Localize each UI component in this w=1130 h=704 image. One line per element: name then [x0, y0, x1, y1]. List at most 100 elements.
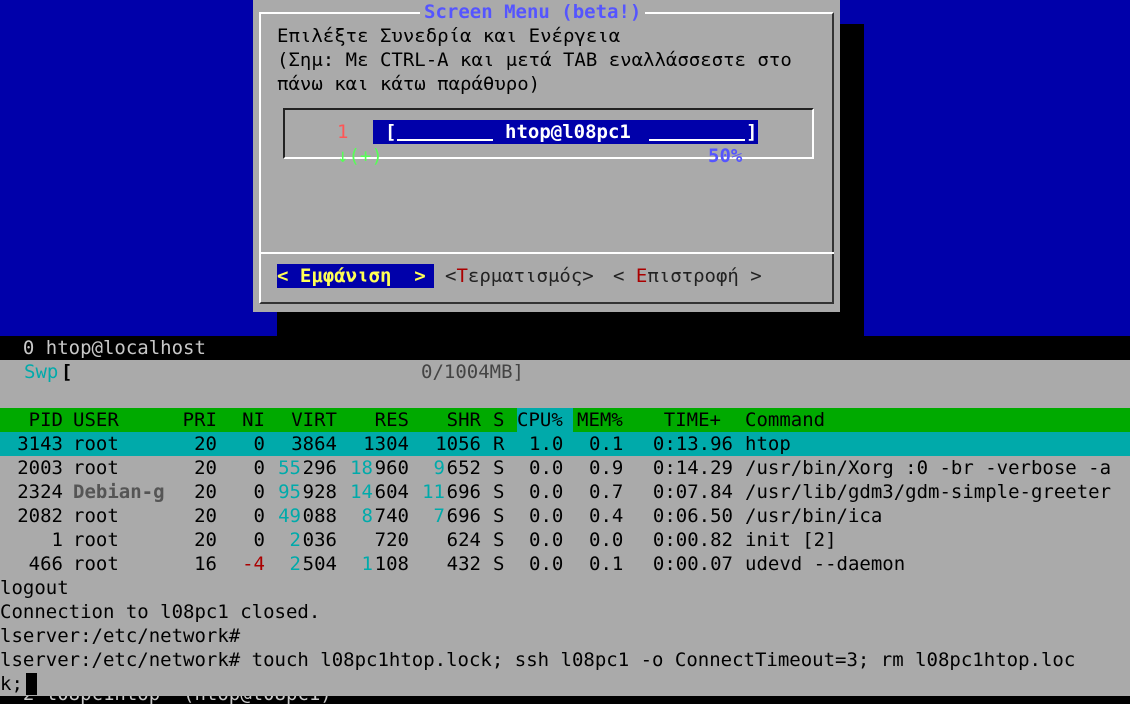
header-state: S — [493, 409, 505, 431]
header-ni: NI — [242, 409, 265, 431]
process-user: root — [73, 529, 119, 551]
process-user: root — [73, 433, 119, 455]
process-user: root — [73, 553, 119, 575]
process-time: 0:13.96 — [652, 433, 733, 455]
process-shr-high: 11 — [422, 481, 445, 503]
process-state: S — [493, 457, 505, 479]
process-pid: 2082 — [17, 505, 63, 527]
process-pid: 2324 — [17, 481, 63, 503]
terminate-label: ερματισμός> — [467, 265, 594, 287]
process-user: root — [73, 457, 119, 479]
process-command: /usr/bin/Xorg :0 -br -verbose -a — [745, 457, 1112, 479]
process-res: 604 — [374, 481, 409, 503]
process-pri: 20 — [194, 457, 217, 479]
process-cpu: 0.0 — [529, 505, 564, 527]
process-pid: 1 — [51, 529, 63, 551]
process-res: 108 — [374, 553, 409, 575]
process-res-high: 1 — [361, 553, 373, 575]
process-virt: 296 — [302, 457, 337, 479]
session-title-bar: 0 htop@localhost — [0, 336, 1130, 360]
terminal-line: logout — [0, 577, 69, 599]
swap-label: Swp — [24, 361, 59, 383]
process-mem: 0.1 — [589, 553, 624, 575]
process-command: htop — [745, 433, 791, 455]
swap-bracket: [ — [61, 361, 73, 383]
header-pid: PID — [28, 409, 63, 431]
process-cpu: 1.0 — [529, 433, 564, 455]
process-cpu: 0.0 — [529, 457, 564, 479]
process-virt-high: 49 — [278, 505, 301, 527]
header-user: USER — [73, 409, 119, 431]
underline-left — [397, 139, 493, 141]
process-shr-high: 7 — [433, 505, 445, 527]
terminate-open: < — [445, 265, 457, 287]
return-button[interactable]: < Επιστροφή > — [613, 264, 762, 288]
process-res: 1304 — [363, 433, 409, 455]
process-state: S — [493, 505, 505, 527]
process-shr: 696 — [446, 505, 481, 527]
process-virt: 928 — [302, 481, 337, 503]
process-res: 720 — [374, 529, 409, 551]
process-pri: 20 — [194, 505, 217, 527]
process-time: 0:00.07 — [652, 553, 733, 575]
process-pri: 16 — [194, 553, 217, 575]
header-time: TIME+ — [663, 409, 721, 431]
return-hotkey: Ε — [635, 265, 648, 287]
process-mem: 0.0 — [589, 529, 624, 551]
process-virt-high: 2 — [289, 529, 301, 551]
process-mem: 0.7 — [589, 481, 624, 503]
terminate-button[interactable]: <Τερματισμός> — [445, 264, 594, 288]
process-mem: 0.4 — [589, 505, 624, 527]
process-pri: 20 — [194, 433, 217, 455]
process-virt: 504 — [302, 553, 337, 575]
header-cpu: CPU% — [517, 409, 563, 431]
dialog-note-line2: πάνω και κάτω παράθυρο) — [277, 73, 541, 95]
process-time: 0:00.82 — [652, 529, 733, 551]
terminal-cursor[interactable] — [26, 673, 37, 695]
header-mem: MEM% — [577, 409, 623, 431]
process-shr: 432 — [446, 553, 481, 575]
selected-process-highlight — [0, 432, 1130, 456]
dialog-separator — [259, 252, 834, 254]
session-item-number[interactable]: 1 — [337, 120, 348, 144]
header-pri: PRI — [182, 409, 217, 431]
process-shr-high: 9 — [433, 457, 445, 479]
process-command: /usr/lib/gdm3/gdm-simple-greeter — [745, 481, 1112, 503]
terminal-command-wrap[interactable]: k; — [0, 672, 23, 696]
process-pri: 20 — [194, 481, 217, 503]
process-virt-high: 2 — [289, 553, 301, 575]
session-bracket-right: ] — [746, 121, 758, 143]
terminal-line: Connection to l08pc1 closed. — [0, 601, 321, 623]
show-button[interactable]: < Εμφάνιση > — [277, 264, 434, 288]
header-shr: SHR — [446, 409, 481, 431]
bottom-session-label: 2 l08pc1htop (htop@l08pc1) — [0, 696, 332, 704]
session-bracket-left: [ — [385, 121, 397, 143]
process-res: 960 — [374, 457, 409, 479]
process-ni: 0 — [253, 433, 265, 455]
process-state: S — [493, 553, 505, 575]
process-command: udevd --daemon — [745, 553, 906, 575]
header-command: Command — [745, 409, 826, 431]
process-res-high: 8 — [361, 505, 373, 527]
session-item-name[interactable]: htop@l08pc1 — [505, 120, 631, 144]
process-shr: 652 — [446, 457, 481, 479]
process-state: S — [493, 529, 505, 551]
dialog-title: Screen Menu (beta!) — [420, 0, 646, 24]
process-ni: -4 — [242, 553, 265, 575]
process-shr: 624 — [446, 529, 481, 551]
process-user: root — [73, 505, 119, 527]
process-state: S — [493, 481, 505, 503]
process-user: Debian-g — [73, 481, 165, 503]
terminal-command[interactable]: lserver:/etc/network# touch l08pc1htop.l… — [0, 648, 1075, 672]
process-virt-high: 55 — [278, 457, 301, 479]
header-virt: VIRT — [291, 409, 337, 431]
process-command: /usr/bin/ica — [745, 505, 883, 527]
bottom-session-bar: 2 l08pc1htop (htop@l08pc1) — [0, 696, 1130, 704]
process-time: 0:07.84 — [652, 481, 733, 503]
process-mem: 0.1 — [589, 433, 624, 455]
swap-value: 0/1004MB] — [421, 361, 524, 383]
process-res-high: 14 — [350, 481, 373, 503]
process-pid: 3143 — [17, 433, 63, 455]
more-items-indicator: ↓(+) — [337, 145, 383, 167]
process-res-high: 18 — [350, 457, 373, 479]
